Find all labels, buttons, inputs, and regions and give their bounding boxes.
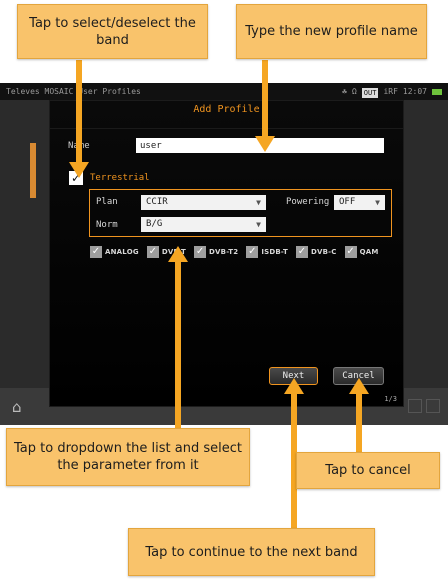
callout-profile-name: Type the new profile name (236, 4, 427, 59)
powering-label: Powering (286, 197, 330, 207)
terrestrial-label: Terrestrial (90, 173, 150, 183)
clock: 12:07 (402, 87, 427, 96)
arrow-head-icon (168, 246, 188, 262)
add-profile-dialog: Add Profile Name ✓ Terrestrial Plan CCIR… (49, 100, 404, 407)
tile-icon[interactable] (426, 399, 440, 413)
callout-cancel: Tap to cancel (296, 452, 440, 489)
rf-indicator: iRF (383, 87, 398, 96)
norm-label: Norm (96, 220, 118, 230)
callout-select-band: Tap to select/deselect the band (17, 4, 208, 59)
arrow-shaft (76, 60, 82, 168)
arrow-head-icon (349, 378, 369, 394)
chevron-down-icon: ▼ (375, 198, 380, 207)
standard-isdb-t[interactable]: ✓ ISDB-T (246, 246, 288, 258)
checkmark-icon: ✓ (194, 246, 207, 258)
out-indicator: OUT (361, 88, 379, 98)
callout-next: Tap to continue to the next band (128, 528, 375, 576)
norm-select[interactable]: B/G ▼ (141, 217, 266, 232)
home-icon[interactable]: ⌂ (12, 398, 22, 416)
tutorial-figure: Televes MOSAIC User Profiles ☘ Ω OUT iRF… (0, 0, 448, 579)
arrow-head-icon (255, 136, 275, 152)
divider (50, 128, 403, 129)
antenna-icon: Ω (351, 87, 357, 96)
arrow-head-icon (284, 378, 304, 394)
standard-label: ISDB-T (261, 248, 288, 256)
plan-label: Plan (96, 197, 118, 207)
norm-value: B/G (146, 219, 163, 229)
terrestrial-settings-group: Plan CCIR ▼ Powering OFF ▼ Norm B/G ▼ (89, 189, 392, 237)
arrow-shaft (356, 393, 362, 453)
standard-qam[interactable]: ✓ QAM (344, 246, 379, 258)
checkmark-icon: ✓ (246, 246, 259, 258)
standard-dvb-t2[interactable]: ✓ DVB-T2 (194, 246, 238, 258)
plan-select[interactable]: CCIR ▼ (141, 195, 266, 210)
dialog-title: Add Profile (193, 104, 260, 115)
network-icon: ☘ (342, 87, 347, 96)
status-indicators: ☘ Ω OUT iRF 12:07 (342, 83, 442, 100)
checkmark-icon: ✓ (90, 246, 102, 258)
tile-icon[interactable] (408, 399, 422, 413)
background-marker (30, 143, 36, 198)
powering-value: OFF (339, 197, 356, 207)
checkmark-icon: ✓ (344, 246, 357, 258)
standard-label: QAM (359, 248, 379, 256)
arrow-shaft (262, 60, 268, 140)
standard-analog[interactable]: ✓ ANALOG (90, 246, 139, 258)
standard-label: DVB-C (310, 248, 337, 256)
chevron-down-icon: ▼ (256, 220, 261, 229)
standards-row: ✓ ANALOG ✓ DVB-T ✓ DVB-T2 ✓ ISDB-T ✓ DVB… (90, 246, 379, 258)
checkmark-icon: ✓ (146, 246, 159, 258)
standard-dvb-c[interactable]: ✓ DVB-C (295, 246, 337, 258)
arrow-shaft (175, 261, 181, 429)
page-indicator: 1/3 (384, 395, 397, 403)
toolbar-tiles (408, 399, 440, 413)
battery-icon (432, 89, 442, 95)
status-bar-title: Televes MOSAIC User Profiles (6, 87, 141, 96)
plan-value: CCIR (146, 197, 168, 207)
checkmark-icon: ✓ (295, 246, 308, 258)
status-bar: Televes MOSAIC User Profiles ☘ Ω OUT iRF… (0, 83, 448, 100)
standard-label: ANALOG (105, 248, 139, 256)
powering-select[interactable]: OFF ▼ (334, 195, 385, 210)
arrow-head-icon (69, 162, 89, 178)
callout-dropdown: Tap to dropdown the list and select the … (6, 428, 250, 486)
standard-label: DVB-T2 (209, 248, 239, 256)
device-screen: Televes MOSAIC User Profiles ☘ Ω OUT iRF… (0, 83, 448, 425)
chevron-down-icon: ▼ (256, 198, 261, 207)
